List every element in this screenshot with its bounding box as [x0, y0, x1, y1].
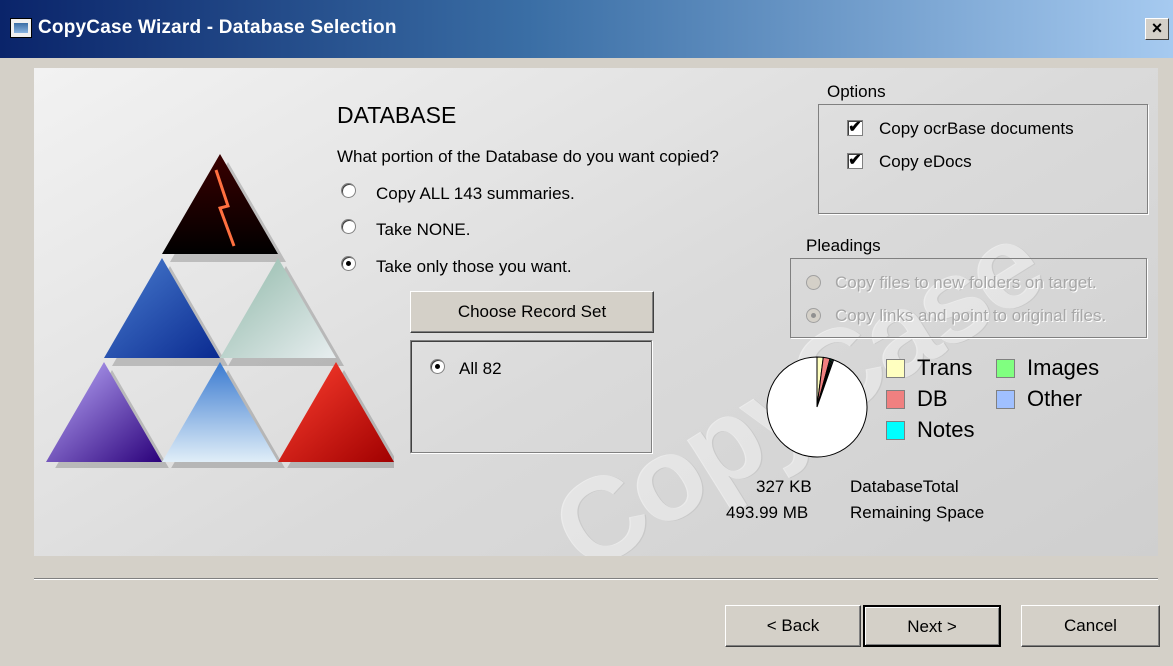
window-title: CopyCase Wizard - Database Selection — [38, 17, 397, 38]
pleadings-group-title: Pleadings — [806, 236, 881, 255]
legend-other-swatch — [996, 390, 1015, 409]
close-button[interactable]: × — [1145, 18, 1169, 40]
legend-other-label: Other — [1027, 386, 1083, 411]
copycase-triangle-logo — [46, 154, 394, 468]
database-question: What portion of the Database do you want… — [337, 147, 719, 166]
copy-files-new-folders-label: Copy files to new folders on target. — [835, 273, 1097, 292]
legend-images-label: Images — [1027, 355, 1100, 380]
remaining-value: 493.99 MB — [726, 503, 809, 522]
logo-tile-water — [104, 258, 220, 358]
radio-record-all[interactable] — [430, 359, 445, 374]
legend-db-label: DB — [917, 386, 948, 411]
legend-db-swatch — [886, 390, 905, 409]
record-set-box — [410, 340, 652, 453]
radio-copy-files-new-folders[interactable] — [806, 275, 821, 290]
logo-tile-lightning — [162, 154, 278, 254]
copy-ocrbase-checkbox[interactable]: ✔ — [847, 120, 863, 136]
logo-tile-brick — [278, 362, 394, 462]
remaining-label: Remaining Space — [850, 503, 985, 522]
database-pie-chart — [766, 356, 868, 458]
pleadings-group — [790, 258, 1147, 338]
radio-take-none-label: Take NONE. — [376, 220, 471, 239]
radio-copy-all-label: Copy ALL 143 summaries. — [376, 184, 575, 203]
db-total-label: DatabaseTotal — [850, 477, 959, 496]
logo-tile-ice — [220, 258, 336, 358]
copy-edocs-checkbox[interactable]: ✔ — [847, 153, 863, 169]
database-heading: DATABASE — [337, 102, 457, 128]
legend-trans-swatch — [886, 359, 905, 378]
logo-tile-storm — [46, 362, 162, 462]
back-button[interactable]: < Back — [725, 605, 861, 647]
separator — [34, 578, 1158, 580]
options-group-title: Options — [827, 82, 886, 101]
logo-tile-sky — [162, 362, 278, 462]
radio-take-selected[interactable] — [341, 256, 356, 271]
legend-notes-swatch — [886, 421, 905, 440]
cancel-button[interactable]: Cancel — [1021, 605, 1160, 647]
copy-edocs-label: Copy eDocs — [879, 152, 972, 171]
radio-record-all-label: All 82 — [459, 359, 502, 378]
choose-record-set-button[interactable]: Choose Record Set — [410, 291, 654, 333]
app-icon — [10, 18, 32, 38]
copy-ocrbase-label: Copy ocrBase documents — [879, 119, 1074, 138]
title-bar: CopyCase Wizard - Database Selection × — [0, 0, 1173, 58]
radio-copy-links[interactable] — [806, 308, 821, 323]
db-total-value: 327 KB — [756, 477, 812, 496]
pie-slice-free — [766, 356, 868, 458]
copy-links-label: Copy links and point to original files. — [835, 306, 1107, 325]
legend-trans-label: Trans — [917, 355, 973, 380]
legend-images-swatch — [996, 359, 1015, 378]
radio-take-none[interactable] — [341, 219, 356, 234]
next-button[interactable]: Next > — [863, 605, 1001, 647]
radio-take-selected-label: Take only those you want. — [376, 257, 572, 276]
legend-notes-label: Notes — [917, 417, 975, 442]
radio-copy-all[interactable] — [341, 183, 356, 198]
